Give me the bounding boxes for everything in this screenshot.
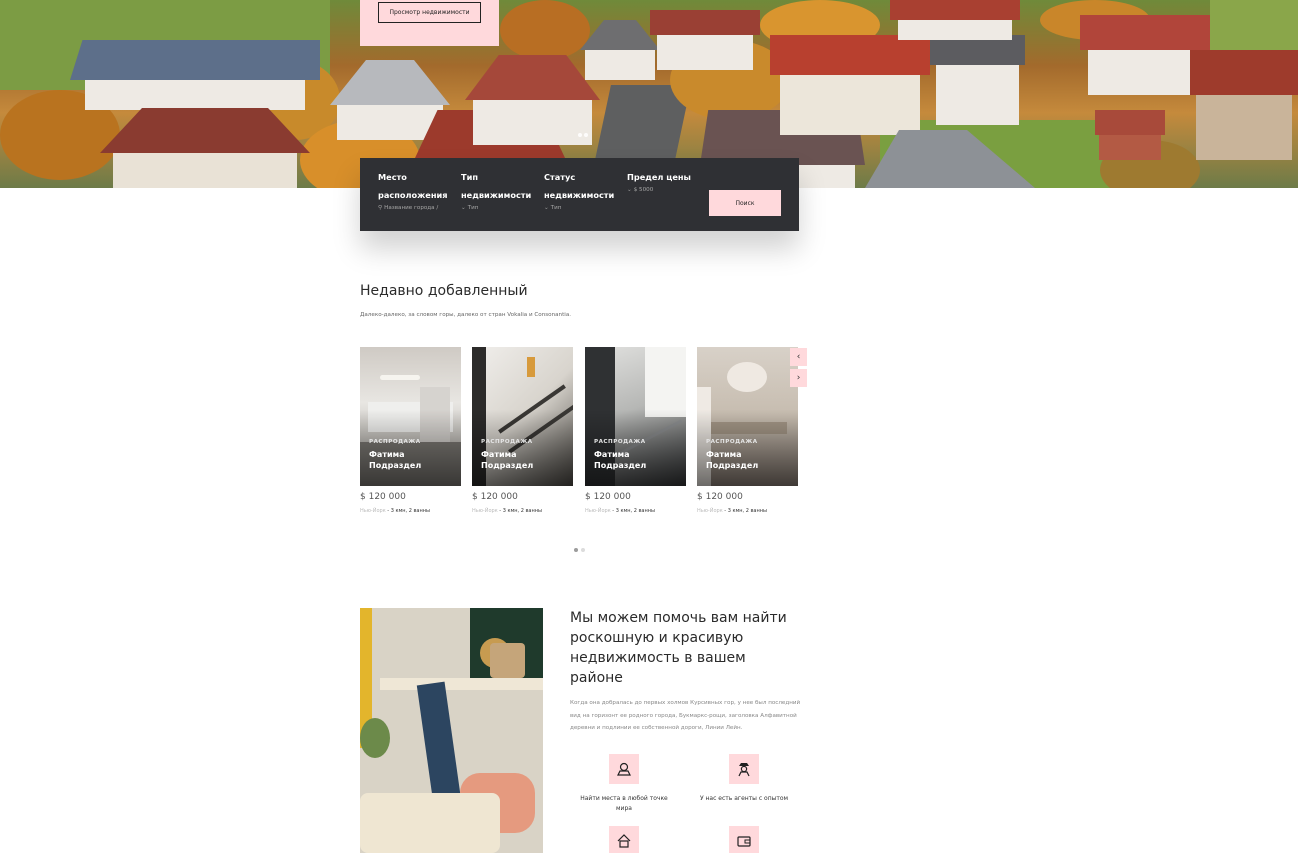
house: [865, 130, 1035, 188]
feature-find-places: Найти места в любой точке мира: [574, 754, 674, 814]
tree: [500, 0, 590, 60]
price-limit-label: Предел цены: [627, 172, 691, 182]
carousel-dot[interactable]: [581, 548, 585, 552]
property-name[interactable]: Фатима Подраздел: [481, 449, 566, 471]
chevron-down-icon: ⌄: [627, 187, 632, 193]
property-name[interactable]: Фатима Подраздел: [369, 449, 454, 471]
chevron-right-icon: ›: [796, 373, 801, 383]
sale-tag: РАСПРОДАЖА: [481, 439, 533, 445]
sale-tag: РАСПРОДАЖА: [706, 439, 758, 445]
chevron-down-icon: ⌄: [544, 205, 549, 211]
house: [580, 20, 660, 80]
feature-caption: Найти места в любой точке мира: [580, 795, 668, 812]
chevron-down-icon: ⌄: [461, 205, 466, 211]
property-status-label: Статус недвижимости: [544, 172, 615, 200]
carousel-dots[interactable]: [574, 548, 585, 552]
property-name[interactable]: Фатима Подраздел: [594, 449, 679, 471]
house: [100, 108, 310, 188]
feature-caption: У нас есть агенты с опытом: [699, 795, 789, 802]
property-name[interactable]: Фатима Подраздел: [706, 449, 791, 471]
about-text: Когда она добралась до первых холмов Кур…: [570, 700, 801, 731]
carousel-prev-button[interactable]: ‹: [790, 348, 807, 366]
property-price: $ 120 000: [360, 492, 406, 502]
property-status-select[interactable]: ⌄ Тип: [544, 205, 624, 211]
recent-subtitle: Далеко-далеко, за словом горы, далеко от…: [360, 312, 572, 318]
house-icon: [609, 826, 639, 853]
property-type-field[interactable]: Тип недвижимости ⌄ Тип: [461, 168, 541, 211]
property-type-label: Тип недвижимости: [461, 172, 532, 200]
house: [650, 10, 760, 70]
sale-tag: РАСПРОДАЖА: [369, 439, 421, 445]
wallet-icon: [729, 826, 759, 853]
property-card[interactable]: РАСПРОДАЖА Фатима Подраздел $ 120 000 Нь…: [472, 347, 573, 514]
property-price: $ 120 000: [472, 492, 518, 502]
price-limit-select[interactable]: ⌄ $ 5000: [627, 187, 707, 193]
property-meta: Нью-Йорк - 3 кмн, 2 ванны: [697, 508, 767, 514]
promo-box: Просмотр недвижимости: [360, 0, 499, 46]
search-button[interactable]: Поиск: [709, 190, 781, 216]
property-meta: Нью-Йорк - 3 кмн, 2 ванны: [360, 508, 430, 514]
property-card[interactable]: РАСПРОДАЖА Фатима Подраздел $ 120 000 Нь…: [360, 347, 461, 514]
view-property-button[interactable]: Просмотр недвижимости: [378, 2, 481, 23]
property-status-field[interactable]: Статус недвижимости ⌄ Тип: [544, 168, 624, 211]
property-price: $ 120 000: [697, 492, 743, 502]
property-image[interactable]: РАСПРОДАЖА Фатима Подраздел: [697, 347, 798, 486]
carousel-dot[interactable]: [574, 548, 578, 552]
property-image[interactable]: РАСПРОДАЖА Фатима Подраздел: [472, 347, 573, 486]
property-image[interactable]: РАСПРОДАЖА Фатима Подраздел: [360, 347, 461, 486]
carousel-next-button[interactable]: ›: [790, 369, 807, 387]
map-pin-icon: [609, 754, 639, 784]
location-field[interactable]: Место расположения ⚲ Название города /: [378, 168, 458, 211]
hero-slider-dots[interactable]: [578, 133, 588, 137]
property-meta: Нью-Йорк - 3 кмн, 2 ванны: [472, 508, 542, 514]
about-title: Мы можем помочь вам найти роскошную и кр…: [570, 610, 787, 686]
property-card[interactable]: РАСПРОДАЖА Фатима Подраздел $ 120 000 Нь…: [697, 347, 798, 514]
property-meta: Нью-Йорк - 3 кмн, 2 ванны: [585, 508, 655, 514]
property-price: $ 120 000: [585, 492, 631, 502]
search-bar: Место расположения ⚲ Название города / Тип…: [360, 158, 799, 231]
agent-icon: [729, 754, 759, 784]
house: [770, 35, 930, 135]
house: [890, 0, 1020, 40]
property-image[interactable]: РАСПРОДАЖА Фатима Подраздел: [585, 347, 686, 486]
recent-title: Недавно добавленный: [360, 283, 528, 299]
property-card[interactable]: РАСПРОДАЖА Фатима Подраздел $ 120 000 Нь…: [585, 347, 686, 514]
price-limit-field[interactable]: Предел цены ⌄ $ 5000: [627, 168, 707, 193]
location-label: Место расположения: [378, 172, 448, 200]
feature-house: [574, 826, 674, 853]
feature-agents: У нас есть агенты с опытом: [694, 754, 794, 804]
sale-tag: РАСПРОДАЖА: [594, 439, 646, 445]
house: [1190, 50, 1298, 160]
property-type-select[interactable]: ⌄ Тип: [461, 205, 541, 211]
house: [70, 40, 320, 110]
chevron-left-icon: ‹: [796, 352, 801, 362]
house: [930, 35, 1025, 125]
search-icon: ⚲: [378, 205, 383, 211]
about-image: [360, 608, 543, 853]
location-input[interactable]: ⚲ Название города /: [378, 205, 458, 211]
feature-wallet: [694, 826, 794, 853]
house: [1095, 110, 1165, 160]
